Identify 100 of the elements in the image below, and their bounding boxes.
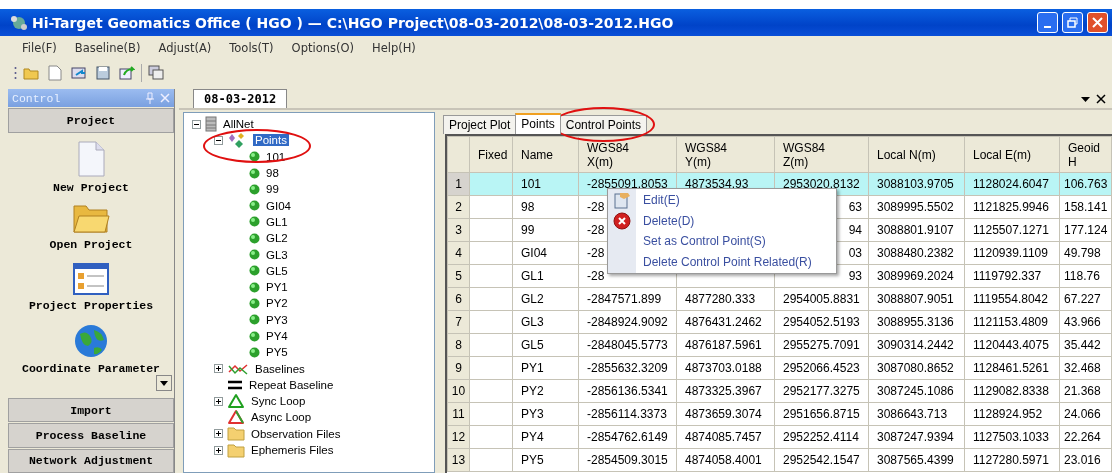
column-header[interactable]: WGS84 X(m) (578, 136, 677, 173)
tree-item[interactable]: Points (253, 134, 289, 147)
panel-item[interactable]: Coordinate Parameter (22, 361, 160, 375)
row-header[interactable]: 9 (447, 356, 470, 380)
view-tab[interactable]: Control Points (559, 115, 648, 134)
row-header[interactable]: 4 (447, 241, 470, 265)
table-cell: 49.798 (1059, 241, 1112, 265)
clipboard-icon (613, 191, 631, 210)
close-icon (1092, 17, 1103, 28)
tree-item[interactable]: GL2 (264, 232, 290, 245)
table-cell: 118.76 (1059, 264, 1112, 288)
tree-item[interactable]: GI04 (264, 199, 293, 212)
tree-item[interactable]: Observation Files (249, 427, 343, 440)
row-header[interactable]: 2 (447, 195, 470, 219)
row-header[interactable]: 5 (447, 264, 470, 288)
table-cell: 35.442 (1059, 333, 1112, 357)
expand-button[interactable] (214, 396, 223, 406)
menu-item[interactable]: File(F) (22, 41, 57, 55)
table-cell: 1129082.8338 (964, 379, 1060, 403)
table-cell: 3088480.2382 (868, 241, 965, 265)
tree-item[interactable]: Repeat Baseline (247, 378, 336, 391)
tree-item[interactable]: AllNet (221, 118, 256, 131)
tree-item[interactable]: Ephemeris Files (249, 444, 336, 457)
expand-button[interactable] (214, 429, 223, 439)
table-cell: 1119792.337 (964, 264, 1060, 288)
section-header[interactable]: Import (8, 398, 174, 423)
panel-item[interactable]: New Project (53, 180, 129, 194)
row-header[interactable]: 12 (447, 425, 470, 449)
tree-item[interactable]: Async Loop (249, 411, 314, 424)
menu-item[interactable]: Help(H) (372, 41, 416, 55)
scroll-down-button[interactable] (156, 375, 172, 391)
column-header[interactable]: Name (512, 136, 579, 173)
tree-item[interactable]: PY1 (264, 281, 290, 294)
save-icon (96, 65, 110, 80)
collapse-button[interactable] (214, 135, 223, 145)
expand-button[interactable] (214, 445, 223, 455)
globe-icon (74, 323, 108, 358)
row-header[interactable]: 11 (447, 402, 470, 426)
panel-title: Control (12, 91, 62, 105)
form-icon (73, 262, 109, 295)
point-icon (249, 216, 260, 228)
row-header[interactable]: 8 (447, 333, 470, 357)
tree-item[interactable]: 99 (264, 183, 281, 196)
row-header[interactable]: 6 (447, 287, 470, 311)
table-cell: 2955275.7091 (774, 333, 869, 357)
point-icon (249, 183, 260, 195)
menu-item[interactable]: Adjust(A) (158, 41, 212, 55)
menu-item[interactable]: Baseline(B) (74, 41, 141, 55)
double-line-icon (227, 378, 243, 391)
tree-item[interactable]: PY2 (264, 297, 290, 310)
tree-item[interactable]: GL5 (264, 264, 290, 277)
column-header[interactable]: WGS84 Y(m) (676, 136, 775, 173)
close-button[interactable] (1087, 12, 1108, 33)
table-cell: 2952542.1547 (774, 448, 869, 472)
minimize-button[interactable] (1037, 12, 1058, 33)
menu-item[interactable]: Tools(T) (229, 41, 274, 55)
folder-icon (227, 426, 245, 442)
row-header[interactable]: 3 (447, 218, 470, 242)
table-cell: 4873325.3967 (676, 379, 775, 403)
section-header[interactable]: Process Baseline (8, 423, 174, 448)
row-header[interactable]: 1 (447, 172, 470, 196)
column-header[interactable]: Local E(m) (964, 136, 1060, 173)
toolbar-button[interactable] (146, 62, 166, 83)
table-cell: 32.468 (1059, 356, 1112, 380)
tree-item[interactable]: 98 (264, 167, 281, 180)
view-tab[interactable]: Points (515, 113, 561, 134)
table-cell: 3088807.9051 (868, 287, 965, 311)
restore-button[interactable] (1062, 12, 1083, 33)
row-header[interactable]: 7 (447, 310, 470, 334)
table-cell: PY4 (512, 425, 579, 449)
document-tab[interactable]: 08-03-2012 (193, 89, 288, 108)
table-cell: 1128461.5261 (964, 356, 1060, 380)
column-header[interactable]: Geoid H (1059, 136, 1112, 173)
table-cell: GL1 (512, 264, 579, 288)
document-icon (75, 140, 107, 177)
tree-item[interactable]: PY4 (264, 330, 290, 342)
column-header[interactable]: Fixed (469, 136, 513, 173)
tree-item[interactable]: PY3 (264, 313, 290, 326)
row-header[interactable]: 13 (447, 448, 470, 472)
menu-item[interactable]: Options(O) (291, 41, 354, 55)
table-cell: 4876187.5961 (676, 333, 775, 357)
dropdown-icon (1081, 96, 1090, 102)
tree-item[interactable]: Sync Loop (249, 395, 308, 408)
section-header[interactable]: Network Adjustment (8, 448, 174, 473)
row-header[interactable]: 10 (447, 379, 470, 403)
tree-item[interactable]: GL1 (264, 215, 290, 228)
panel-item[interactable]: Project Properties (28, 298, 154, 312)
view-tab[interactable]: Project Plot (443, 115, 517, 134)
tree-item[interactable]: Baselines (253, 362, 307, 375)
expand-button[interactable] (214, 364, 223, 374)
section-header[interactable]: Project (8, 108, 174, 133)
column-header[interactable]: WGS84 Z(m) (774, 136, 869, 173)
column-header[interactable]: Local N(m) (868, 136, 965, 173)
table-cell: GL2 (512, 287, 579, 311)
table-cell: 1127280.5971 (964, 448, 1060, 472)
collapse-button[interactable] (192, 119, 201, 129)
tree-item[interactable]: PY5 (264, 346, 290, 359)
tree-item[interactable]: GL3 (264, 248, 290, 261)
point-icon (249, 346, 260, 358)
panel-item[interactable]: Open Project (49, 237, 133, 251)
